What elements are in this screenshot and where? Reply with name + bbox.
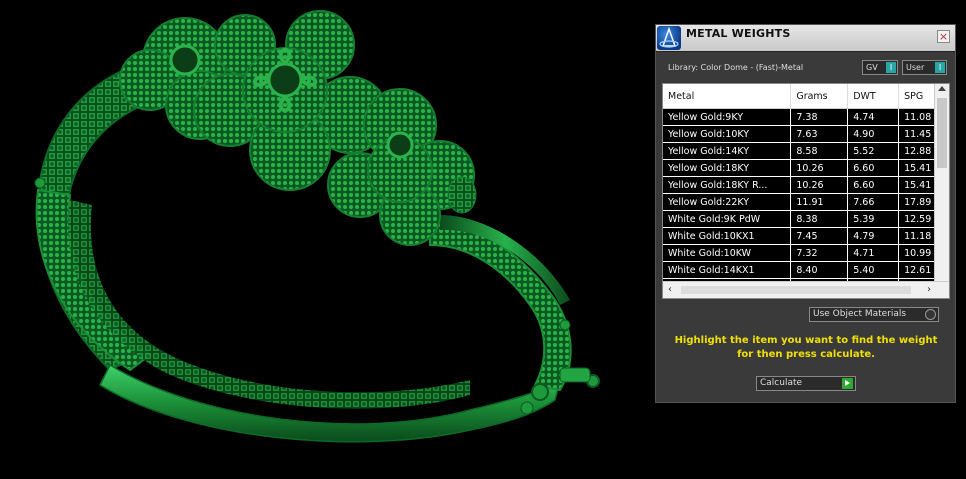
user-toggle-knob[interactable]: I <box>935 62 945 73</box>
cell-grams[interactable]: 7.63 <box>790 125 849 143</box>
cell-dwt[interactable]: 6.60 <box>847 159 900 177</box>
cell-dwt[interactable]: 4.90 <box>847 125 900 143</box>
cell-dwt[interactable]: 7.66 <box>847 193 900 211</box>
column-header-metal[interactable]: Metal <box>663 84 792 109</box>
cell-grams[interactable]: 8.38 <box>790 210 849 228</box>
table-row[interactable]: White Gold:10KW 7.32 4.71 10.99 <box>663 244 949 262</box>
table-row[interactable]: Yellow Gold:14KY 8.58 5.52 12.88 <box>663 142 949 160</box>
table-row[interactable]: White Gold:14KX1 8.40 5.40 12.61 <box>663 261 949 279</box>
cell-dwt[interactable]: 5.40 <box>847 261 900 279</box>
gv-toggle-label: GV <box>866 63 878 72</box>
table-row[interactable]: White Gold:9K PdW 8.38 5.39 12.59 <box>663 210 949 228</box>
cell-grams[interactable]: 10.26 <box>790 176 849 194</box>
cell-dwt[interactable]: 6.60 <box>847 176 900 194</box>
scroll-left-icon[interactable]: ‹ <box>668 285 672 295</box>
close-button[interactable]: × <box>937 30 950 43</box>
scroll-up-icon[interactable] <box>938 86 946 91</box>
cell-dwt[interactable]: 5.52 <box>847 142 900 160</box>
horizontal-scroll-thumb[interactable] <box>681 286 911 294</box>
cell-dwt[interactable]: 4.79 <box>847 227 900 245</box>
table-row[interactable]: Yellow Gold:18KY R... 10.26 6.60 15.41 <box>663 176 949 194</box>
cell-metal[interactable]: Yellow Gold:10KY <box>663 125 792 143</box>
cell-grams[interactable]: 8.40 <box>790 261 849 279</box>
library-label: Library: Color Dome - (Fast)-Metal <box>668 63 804 72</box>
vertical-scroll-thumb[interactable] <box>937 98 947 168</box>
table-row[interactable]: Yellow Gold:9KY 7.38 4.74 11.08 <box>663 108 949 126</box>
cell-dwt[interactable]: 5.39 <box>847 210 900 228</box>
table-row[interactable]: Yellow Gold:10KY 7.63 4.90 11.45 <box>663 125 949 143</box>
table-row[interactable]: Yellow Gold:22KY 11.91 7.66 17.89 <box>663 193 949 211</box>
cell-metal[interactable]: Yellow Gold:18KY R... <box>663 176 792 194</box>
use-object-materials-radio[interactable] <box>925 309 936 320</box>
cell-grams[interactable]: 11.91 <box>790 193 849 211</box>
cell-metal[interactable]: White Gold:14KX1 <box>663 261 792 279</box>
cell-grams[interactable]: 7.45 <box>790 227 849 245</box>
cell-metal[interactable]: White Gold:9K PdW <box>663 210 792 228</box>
cell-grams[interactable]: 7.32 <box>790 244 849 262</box>
panel-titlebar[interactable]: METAL WEIGHTS × <box>656 25 955 52</box>
play-icon[interactable] <box>842 378 853 389</box>
metal-weights-table[interactable]: Metal Grams DWT SPG Yellow Gold:9KY 7.38 4… <box>662 83 950 299</box>
cell-metal[interactable]: Yellow Gold:22KY <box>663 193 792 211</box>
cell-dwt[interactable]: 4.71 <box>847 244 900 262</box>
scroll-right-icon[interactable]: › <box>927 285 931 295</box>
column-header-dwt[interactable]: DWT <box>847 84 900 109</box>
cell-metal[interactable]: White Gold:10KW <box>663 244 792 262</box>
bracelet-model[interactable] <box>0 0 640 479</box>
app-logo-icon <box>657 26 681 50</box>
metal-weights-panel: METAL WEIGHTS × Library: Color Dome - (F… <box>655 24 956 403</box>
panel-title: METAL WEIGHTS <box>686 27 791 40</box>
user-toggle[interactable]: User I <box>902 60 947 75</box>
cell-dwt[interactable]: 4.74 <box>847 108 900 126</box>
use-object-materials-label: Use Object Materials <box>813 309 907 319</box>
table-row[interactable]: White Gold:10KX1 7.45 4.79 11.18 <box>663 227 949 245</box>
horizontal-scrollbar[interactable]: ‹ › <box>663 281 949 298</box>
user-toggle-label: User <box>906 63 925 72</box>
cell-metal[interactable]: Yellow Gold:14KY <box>663 142 792 160</box>
column-header-grams[interactable]: Grams <box>790 84 849 109</box>
vertical-scrollbar[interactable] <box>934 84 949 282</box>
calculate-label: Calculate <box>760 378 803 388</box>
cell-metal[interactable]: Yellow Gold:18KY <box>663 159 792 177</box>
cell-metal[interactable]: White Gold:10KX1 <box>663 227 792 245</box>
table-row[interactable]: Yellow Gold:18KY 10.26 6.60 15.41 <box>663 159 949 177</box>
cell-metal[interactable]: Yellow Gold:9KY <box>663 108 792 126</box>
table-header-row: Metal Grams DWT SPG <box>663 84 949 109</box>
instructions-text: Highlight the item you want to find the … <box>674 335 938 360</box>
3d-viewport[interactable] <box>0 0 640 479</box>
calculate-button[interactable]: Calculate <box>756 376 856 391</box>
gv-toggle[interactable]: GV I <box>862 60 898 75</box>
use-object-materials-option[interactable]: Use Object Materials <box>809 307 939 322</box>
cell-grams[interactable]: 7.38 <box>790 108 849 126</box>
cell-grams[interactable]: 10.26 <box>790 159 849 177</box>
gv-toggle-knob[interactable]: I <box>886 62 896 73</box>
cell-grams[interactable]: 8.58 <box>790 142 849 160</box>
